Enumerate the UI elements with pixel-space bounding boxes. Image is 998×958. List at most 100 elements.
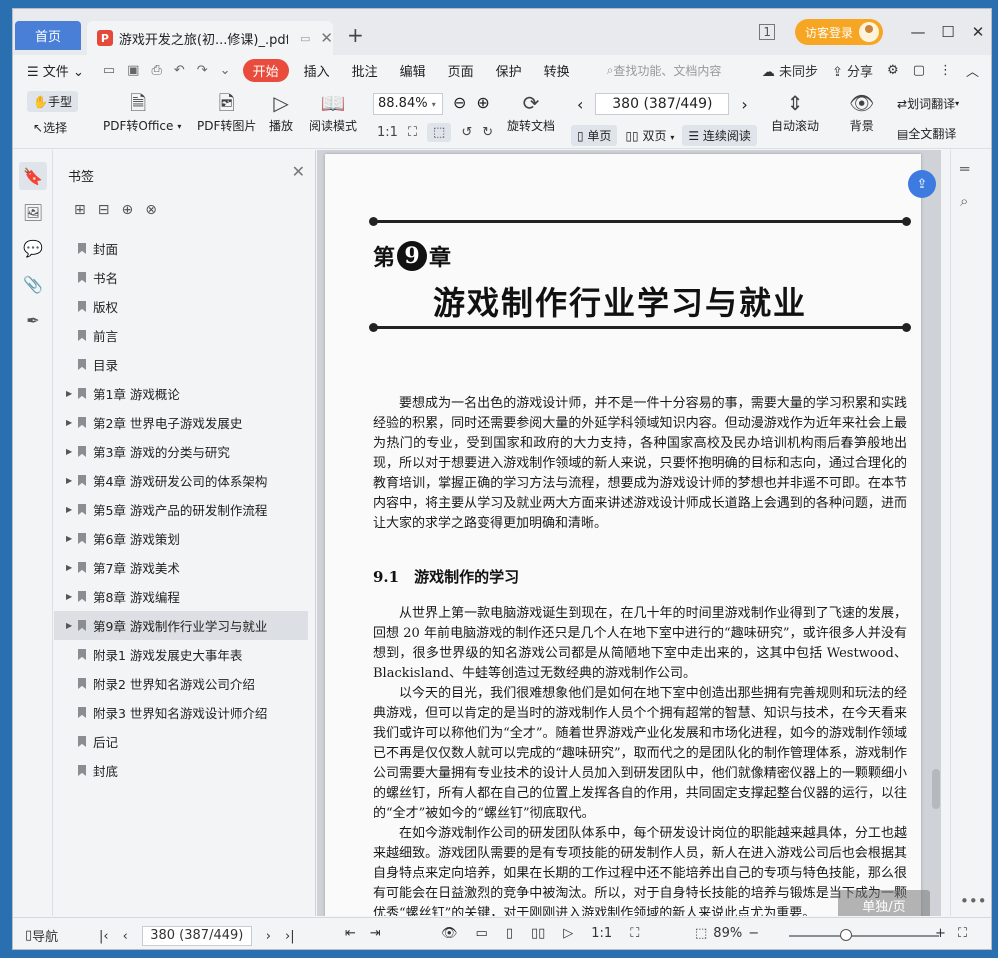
bookmark-item[interactable]: ▶ 第6章 游戏策划 <box>54 524 316 553</box>
bookmark-item[interactable]: ▶ 第5章 游戏产品的研发制作流程 <box>54 495 316 524</box>
single-view-icon[interactable]: ▯ <box>506 926 513 941</box>
eye-protect-icon[interactable]: 👁 <box>441 926 458 941</box>
thumbnail-icon[interactable]: 🖼 <box>19 198 47 226</box>
auto-scroll-button[interactable]: ⇕ 自动滚动 <box>771 89 819 134</box>
bookmark-item[interactable]: 书名 <box>54 263 316 292</box>
sync-button[interactable]: ☁ 未同步 <box>762 61 818 80</box>
expand-arrow-icon[interactable]: ▶ <box>66 621 72 630</box>
status-zoom-out-icon[interactable]: − <box>748 926 759 941</box>
collapse-ribbon-icon[interactable]: ︿ <box>966 61 979 80</box>
zoom-slider-track[interactable] <box>789 935 939 937</box>
layout-icon[interactable]: 1 <box>759 24 775 40</box>
bookmark-item[interactable]: 附录3 世界知名游戏设计师介绍 <box>54 698 316 727</box>
actual-size-status-icon[interactable]: 1:1 <box>591 926 612 941</box>
expand-arrow-icon[interactable]: ▶ <box>66 389 72 398</box>
pdf-to-image-button[interactable]: 🖻 PDF转图片 <box>197 89 256 134</box>
expand-all-icon[interactable]: ⊞ <box>74 202 86 218</box>
more-icon[interactable]: ⋮ <box>939 63 952 78</box>
status-zoom-in-icon[interactable]: + <box>935 926 946 941</box>
annotation-list-icon[interactable]: 💬 <box>19 234 47 262</box>
expand-arrow-icon[interactable]: ▶ <box>66 505 72 514</box>
more-options-icon[interactable]: ••• <box>960 892 987 910</box>
bookmark-panel-icon[interactable]: 🔖 <box>19 162 47 190</box>
bookmark-item[interactable]: 封底 <box>54 756 316 785</box>
bookmark-item[interactable]: ▶ 第8章 游戏编程 <box>54 582 316 611</box>
collapse-all-icon[interactable]: ⊟ <box>98 202 110 218</box>
last-page-icon[interactable]: ›| <box>285 929 295 944</box>
document-viewport[interactable]: 第 9 章 游戏制作行业学习与就业 要想成为一名出色的游戏设计师，并不是一件十分… <box>317 150 941 916</box>
vertical-scrollbar[interactable] <box>932 769 940 809</box>
bookmark-item[interactable]: 后记 <box>54 727 316 756</box>
bookmark-item[interactable]: 版权 <box>54 292 316 321</box>
full-translate-button[interactable]: ▤ 全文翻译 <box>897 125 956 142</box>
bookmark-item[interactable]: ▶ 第1章 游戏概论 <box>54 379 316 408</box>
read-mode-button[interactable]: 📖 阅读模式 <box>309 89 357 134</box>
bookmark-item[interactable]: 附录2 世界知名游戏公司介绍 <box>54 669 316 698</box>
menu-annotate[interactable]: 批注 <box>341 61 389 80</box>
expand-arrow-icon[interactable]: ▶ <box>66 563 72 572</box>
undo-icon[interactable]: ↶ <box>174 63 185 78</box>
forward-view-icon[interactable]: ⇥ <box>370 926 381 941</box>
fit-width-icon[interactable]: ⬚ <box>427 123 452 142</box>
add-bookmark-icon[interactable]: ⊕ <box>121 202 133 218</box>
prev-page-icon[interactable]: ‹ <box>577 95 583 114</box>
delete-bookmark-icon[interactable]: ⊗ <box>145 202 157 218</box>
bookmark-item[interactable]: ▶ 第9章 游戏制作行业学习与就业 <box>54 611 308 640</box>
fit-page-icon[interactable]: ⛶ <box>408 125 417 140</box>
actual-size-icon[interactable]: 1:1 <box>377 125 398 140</box>
fullscreen-icon[interactable]: ⛶ <box>958 926 967 941</box>
menu-protect[interactable]: 保护 <box>485 61 533 80</box>
expand-arrow-icon[interactable]: ▶ <box>66 592 72 601</box>
rotate-document-button[interactable]: ⟳ 旋转文档 <box>507 89 555 134</box>
status-prev-page-icon[interactable]: ‹ <box>123 929 128 944</box>
function-search[interactable]: ⌕ 查找功能、文档内容 <box>607 62 722 79</box>
zoom-out-icon[interactable]: ⊖ <box>453 93 466 112</box>
first-page-icon[interactable]: |‹ <box>99 929 109 944</box>
attachment-icon[interactable]: 📎 <box>19 270 47 298</box>
redo-icon[interactable]: ↷ <box>197 63 208 78</box>
menu-insert[interactable]: 插入 <box>293 61 341 80</box>
maximize-icon[interactable]: ☐ <box>933 23 963 41</box>
close-window-icon[interactable]: ✕ <box>963 23 991 41</box>
search-text-icon[interactable]: ⌕ <box>960 192 968 210</box>
close-tab-icon[interactable]: ✕ <box>320 29 333 47</box>
expand-arrow-icon[interactable]: ▶ <box>66 476 72 485</box>
select-tool-button[interactable]: ↖ 选择 <box>33 119 67 136</box>
zoom-slider-knob[interactable] <box>840 929 852 941</box>
hand-tool-button[interactable]: ✋ 手型 <box>27 91 78 112</box>
status-zoom-value[interactable]: 89% <box>713 926 742 941</box>
print-icon[interactable]: ⎙ <box>151 63 161 78</box>
open-folder-icon[interactable]: ▭ <box>103 63 115 78</box>
bookmark-item[interactable]: ▶ 第2章 世界电子游戏发展史 <box>54 408 316 437</box>
rotate-left-icon[interactable]: ↺ <box>461 125 472 140</box>
status-page-input[interactable]: 380 (387/449) <box>141 926 252 946</box>
navigation-toggle[interactable]: ▯ 导航 <box>25 926 58 945</box>
file-menu[interactable]: ☰ 文件 ⌄ <box>13 61 95 80</box>
bookmark-item[interactable]: 前言 <box>54 321 316 350</box>
menu-edit[interactable]: 编辑 <box>389 61 437 80</box>
save-icon[interactable]: ▣ <box>127 63 139 78</box>
page-number-input[interactable]: 380 (387/449) <box>595 93 730 115</box>
double-view-icon[interactable]: ▯▯ <box>531 926 545 941</box>
bookmark-item[interactable]: ▶ 第3章 游戏的分类与研究 <box>54 437 316 466</box>
status-next-page-icon[interactable]: › <box>266 929 271 944</box>
bookmark-item[interactable]: ▶ 第7章 游戏美术 <box>54 553 316 582</box>
expand-arrow-icon[interactable]: ▶ <box>66 534 72 543</box>
guest-login-button[interactable]: 访客登录 <box>794 19 883 45</box>
menu-page[interactable]: 页面 <box>437 61 485 80</box>
pin-icon[interactable]: ▭ <box>300 32 310 45</box>
pdf-to-office-button[interactable]: 🗎 PDF转Office ▾ <box>103 89 181 134</box>
signature-icon[interactable]: ✒ <box>19 306 47 334</box>
zoom-in-icon[interactable]: ⊕ <box>476 93 489 112</box>
expand-arrow-icon[interactable]: ▶ <box>66 447 72 456</box>
word-translate-button[interactable]: ⇄ 划词翻译 ▾ <box>897 95 959 112</box>
close-panel-icon[interactable]: ✕ <box>292 162 305 181</box>
continuous-read-button[interactable]: ☰ 连续阅读 <box>682 125 757 146</box>
rotate-right-icon[interactable]: ↻ <box>482 125 493 140</box>
bookmark-item[interactable]: ▶ 第4章 游戏研发公司的体系架构 <box>54 466 316 495</box>
tab-home[interactable]: 首页 <box>15 21 81 50</box>
bookmark-item[interactable]: 目录 <box>54 350 316 379</box>
back-view-icon[interactable]: ⇤ <box>345 926 356 941</box>
comment-icon[interactable]: ▢ <box>913 63 925 78</box>
handle-icon[interactable]: ═ <box>960 160 969 178</box>
